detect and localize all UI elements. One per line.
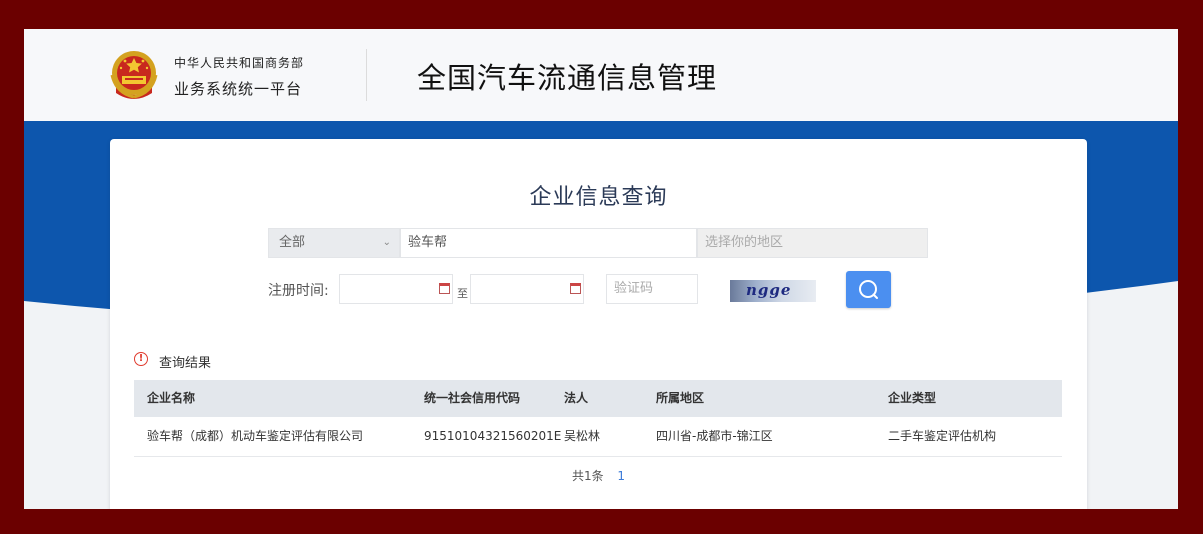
col-company-name: 企业名称 bbox=[147, 391, 196, 405]
captcha-input[interactable]: 验证码 bbox=[606, 274, 698, 304]
col-region: 所属地区 bbox=[656, 391, 705, 405]
site-title: 全国汽车流通信息管理 bbox=[417, 61, 718, 95]
pagination: 共1条 1 bbox=[110, 467, 1087, 484]
org-name-line2: 业务系统统一平台 bbox=[174, 80, 303, 98]
search-icon bbox=[859, 280, 878, 299]
to-label: 至 bbox=[457, 287, 468, 300]
region-input[interactable]: 选择你的地区 bbox=[697, 228, 928, 258]
captcha-text: ngge bbox=[746, 281, 792, 299]
col-legal-person: 法人 bbox=[564, 391, 589, 405]
search-card: 企业信息查询 全部 ⌄ 验车帮 选择你的地区 注册时间: 至 验证码 ngge … bbox=[110, 139, 1087, 509]
table-header: 企业名称 统一社会信用代码 法人 所属地区 企业类型 bbox=[134, 380, 1062, 417]
pagination-total: 共1条 bbox=[571, 469, 604, 483]
category-select[interactable]: 全部 ⌄ bbox=[268, 228, 400, 258]
chevron-down-icon: ⌄ bbox=[382, 237, 391, 248]
national-emblem-icon bbox=[110, 51, 158, 99]
start-date-input[interactable] bbox=[339, 274, 453, 304]
col-company-type: 企业类型 bbox=[888, 391, 937, 405]
cell-company-type: 二手车鉴定评估机构 bbox=[888, 429, 997, 443]
cell-company-name[interactable]: 验车帮（成都）机动车鉴定评估有限公司 bbox=[147, 417, 363, 456]
col-credit-code: 统一社会信用代码 bbox=[424, 391, 521, 405]
search-title: 企业信息查询 bbox=[529, 185, 668, 210]
cell-legal-person: 吴松林 bbox=[564, 429, 601, 443]
calendar-icon[interactable] bbox=[439, 283, 450, 294]
header-divider bbox=[366, 49, 367, 101]
info-icon: ! bbox=[134, 352, 148, 366]
cell-region: 四川省-成都市-锦江区 bbox=[656, 429, 773, 443]
site-header: 中华人民共和国商务部 业务系统统一平台 全国汽车流通信息管理 bbox=[24, 29, 1178, 121]
table-row[interactable]: 验车帮（成都）机动车鉴定评估有限公司 91510104321560201E 吴松… bbox=[134, 417, 1062, 457]
search-button[interactable] bbox=[846, 271, 891, 308]
captcha-image[interactable]: ngge bbox=[730, 280, 816, 302]
calendar-icon[interactable] bbox=[570, 283, 581, 294]
cell-credit-code: 91510104321560201E bbox=[424, 429, 562, 443]
keyword-input[interactable]: 验车帮 bbox=[400, 228, 697, 258]
page-frame: 中华人民共和国商务部 业务系统统一平台 全国汽车流通信息管理 企业信息查询 全部… bbox=[24, 29, 1178, 509]
org-name-line1: 中华人民共和国商务部 bbox=[174, 56, 305, 70]
page-link-1[interactable]: 1 bbox=[617, 469, 625, 483]
end-date-input[interactable] bbox=[470, 274, 584, 304]
category-select-value: 全部 bbox=[279, 235, 306, 250]
results-table: 企业名称 统一社会信用代码 法人 所属地区 企业类型 验车帮（成都）机动车鉴定评… bbox=[134, 380, 1062, 457]
reg-time-label: 注册时间: bbox=[268, 283, 329, 299]
results-title: 查询结果 bbox=[159, 356, 212, 371]
